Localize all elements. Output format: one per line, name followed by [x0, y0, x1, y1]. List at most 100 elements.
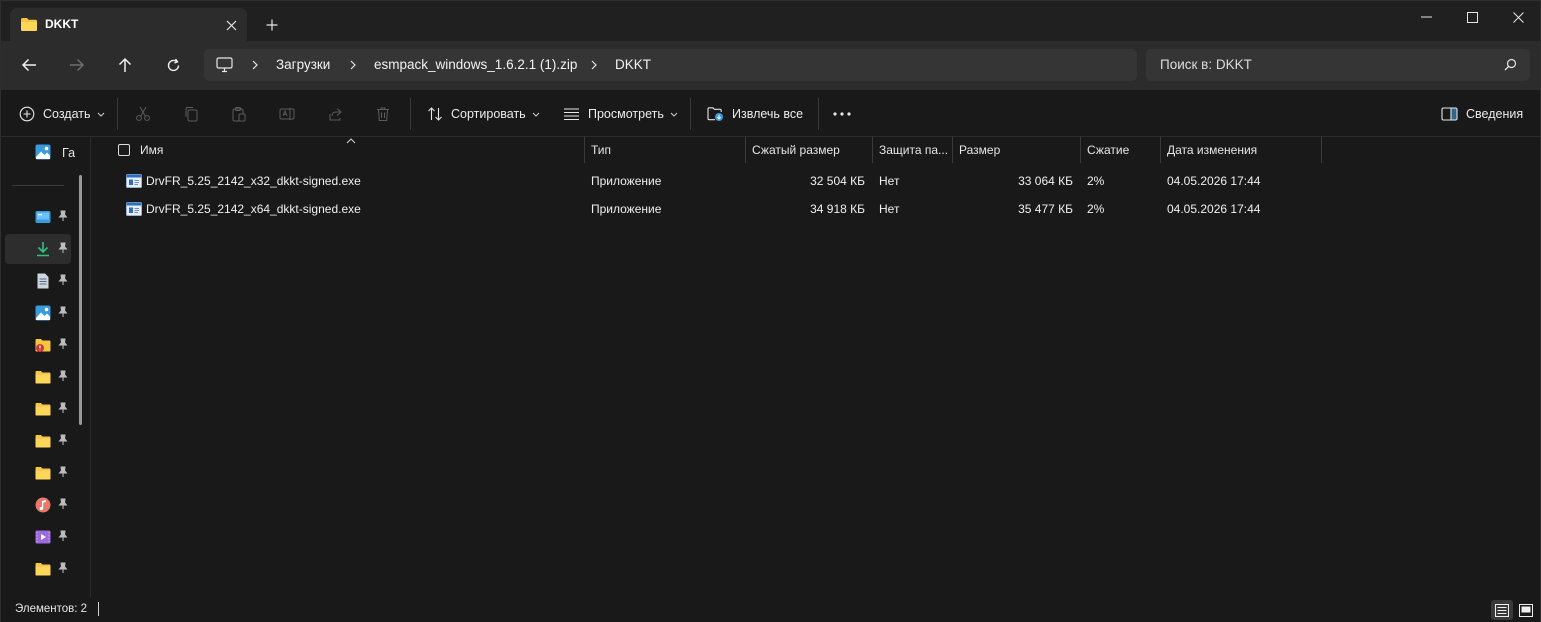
- minimize-button[interactable]: [1403, 1, 1449, 33]
- file-ratio: 2%: [1087, 202, 1105, 216]
- sidebar-item-music[interactable]: [5, 490, 71, 520]
- pin-icon[interactable]: [58, 530, 68, 542]
- close-window-button[interactable]: [1495, 1, 1541, 33]
- sidebar-item-folder[interactable]: [5, 394, 71, 424]
- sidebar-item-folder[interactable]: [5, 458, 71, 488]
- extract-all-button[interactable]: Извлечь все: [707, 102, 803, 126]
- column-divider[interactable]: [1321, 137, 1322, 163]
- column-header-name[interactable]: Имя: [140, 137, 580, 163]
- column-header-type[interactable]: Тип: [591, 137, 741, 163]
- share-icon: [329, 108, 342, 121]
- documents-icon: [37, 273, 49, 289]
- pin-icon[interactable]: [58, 402, 68, 414]
- sidebar-item-downloads[interactable]: [5, 234, 71, 264]
- column-header-size[interactable]: Размер: [959, 137, 1077, 163]
- details-label: Сведения: [1466, 107, 1524, 121]
- forward-button[interactable]: [63, 53, 91, 77]
- videos-icon: [35, 530, 51, 544]
- cut-icon: [136, 106, 150, 121]
- sidebar-item-folder[interactable]: [5, 426, 71, 456]
- details-pane-icon: [1441, 107, 1458, 121]
- pin-icon[interactable]: [58, 274, 68, 286]
- sort-button[interactable]: Сортировать: [427, 102, 540, 126]
- this-pc-icon[interactable]: [216, 57, 233, 76]
- address-bar[interactable]: Загрузки esmpack_windows_1.6.2.1 (1).zip…: [204, 49, 1137, 81]
- column-header-password[interactable]: Защита па...: [879, 137, 949, 163]
- pin-icon[interactable]: [58, 306, 68, 318]
- divider: [410, 98, 411, 130]
- copy-button[interactable]: [183, 102, 199, 126]
- sidebar-item-folder[interactable]: [5, 554, 71, 584]
- folder-alert-icon: [35, 339, 51, 352]
- column-divider[interactable]: [584, 137, 585, 163]
- divider: [818, 98, 819, 130]
- sidebar-item-gallery[interactable]: Га: [5, 137, 75, 167]
- sidebar-item-folder-alert[interactable]: [5, 330, 71, 360]
- sidebar-item-folder[interactable]: [5, 362, 71, 392]
- details-pane-button[interactable]: Сведения: [1441, 102, 1523, 126]
- file-password-protected: Нет: [879, 174, 900, 188]
- sidebar-item-desktop[interactable]: [5, 202, 71, 232]
- tiles-view-button[interactable]: [1515, 600, 1537, 620]
- column-divider[interactable]: [952, 137, 953, 163]
- close-tab-button[interactable]: [219, 13, 243, 37]
- gallery-icon: [35, 144, 51, 160]
- sidebar-item-videos[interactable]: [5, 522, 71, 552]
- chevron-right-icon: [591, 60, 597, 70]
- search-box[interactable]: [1146, 49, 1530, 81]
- column-header-packed-size[interactable]: Сжатый размер: [752, 137, 870, 163]
- breadcrumb-dkkt[interactable]: DKKT: [615, 57, 651, 72]
- paste-icon: [232, 107, 246, 122]
- table-row[interactable]: DrvFR_5.25_2142_x32_dkkt-signed.exe Прил…: [92, 167, 1322, 195]
- paste-button[interactable]: [231, 102, 247, 126]
- details-view-button[interactable]: [1491, 600, 1513, 620]
- pin-icon[interactable]: [58, 210, 68, 222]
- pin-icon[interactable]: [58, 242, 68, 254]
- more-options-button[interactable]: [833, 102, 851, 126]
- breadcrumb-downloads[interactable]: Загрузки: [276, 57, 330, 72]
- file-name[interactable]: DrvFR_5.25_2142_x64_dkkt-signed.exe: [146, 202, 361, 216]
- divider: [117, 98, 118, 130]
- pin-icon[interactable]: [58, 562, 68, 574]
- search-input[interactable]: [1160, 57, 1490, 72]
- create-button[interactable]: Создать: [19, 102, 105, 126]
- file-ratio: 2%: [1087, 174, 1105, 188]
- maximize-button[interactable]: [1449, 1, 1495, 33]
- up-button[interactable]: [111, 53, 139, 77]
- tab-dkkt[interactable]: DKKT: [10, 8, 247, 41]
- copy-icon: [185, 107, 198, 122]
- item-count: Элементов: 2: [15, 603, 88, 615]
- pin-icon[interactable]: [58, 466, 68, 478]
- file-explorer-window: DKKT Загрузки esmpack_windows_1.6.2.1 (1…: [0, 0, 1541, 622]
- column-divider[interactable]: [872, 137, 873, 163]
- sidebar-item-documents[interactable]: [5, 266, 71, 296]
- back-button[interactable]: [15, 53, 43, 77]
- breadcrumb-zip[interactable]: esmpack_windows_1.6.2.1 (1).zip: [374, 57, 577, 72]
- delete-button[interactable]: [375, 102, 391, 126]
- column-divider[interactable]: [745, 137, 746, 163]
- tab-title: DKKT: [45, 17, 79, 31]
- search-icon[interactable]: [1504, 58, 1517, 74]
- select-all-checkbox[interactable]: [118, 144, 130, 156]
- table-row[interactable]: DrvFR_5.25_2142_x64_dkkt-signed.exe Прил…: [92, 195, 1322, 223]
- column-header-date-modified[interactable]: Дата изменения: [1167, 137, 1317, 163]
- sidebar-scrollbar[interactable]: [79, 175, 82, 425]
- pin-icon[interactable]: [58, 434, 68, 446]
- sidebar-item-pictures[interactable]: [5, 298, 71, 328]
- new-tab-button[interactable]: [260, 13, 284, 37]
- file-type: Приложение: [591, 174, 662, 188]
- refresh-button[interactable]: [159, 53, 187, 77]
- column-header-ratio[interactable]: Сжатие: [1087, 137, 1157, 163]
- rename-button[interactable]: [279, 102, 295, 126]
- column-divider[interactable]: [1160, 137, 1161, 163]
- command-bar: Создать Сортировать Просмотреть Извлечь …: [1, 90, 1540, 137]
- cut-button[interactable]: [135, 102, 151, 126]
- column-divider[interactable]: [1080, 137, 1081, 163]
- file-name[interactable]: DrvFR_5.25_2142_x32_dkkt-signed.exe: [146, 174, 361, 188]
- pin-icon[interactable]: [58, 370, 68, 382]
- view-button[interactable]: Просмотреть: [563, 102, 678, 126]
- create-label: Создать: [43, 107, 91, 121]
- pin-icon[interactable]: [58, 498, 68, 510]
- share-button[interactable]: [327, 102, 343, 126]
- pin-icon[interactable]: [58, 338, 68, 350]
